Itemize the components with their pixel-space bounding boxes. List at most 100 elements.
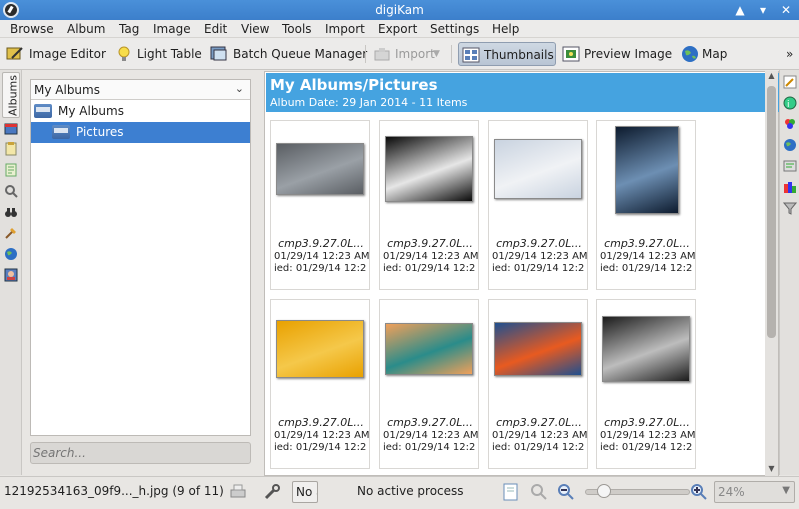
thumbnail-filename: cmp3.9.27.0L...	[604, 416, 690, 429]
thumbnail-filename: cmp3.9.27.0L...	[604, 237, 690, 250]
filters-icon[interactable]	[783, 201, 797, 215]
thumbnail-item[interactable]: cmp3.9.27.0L... 01/29/14 12:23 AM ied: 0…	[596, 299, 696, 469]
thumbnail-image	[276, 320, 364, 378]
close-icon[interactable]: ✕	[778, 2, 794, 18]
image-editor-button[interactable]: Image Editor	[6, 42, 106, 66]
thumbnail-item[interactable]: cmp3.9.27.0L... 01/29/14 12:23 AM ied: 0…	[270, 299, 370, 469]
light-bulb-icon	[118, 46, 130, 61]
menu-image[interactable]: Image	[153, 22, 191, 36]
left-sidebar-tabs: Albums	[0, 70, 22, 475]
thumbnail-date: 01/29/14 12:23 AM	[274, 251, 370, 262]
versions-icon[interactable]	[783, 180, 797, 194]
geolocation-globe-icon[interactable]	[783, 138, 797, 152]
minimize-icon[interactable]: ▾	[755, 2, 771, 18]
title-bar: digiKam ▲ ▾ ✕	[0, 0, 799, 20]
thumbnail-item[interactable]: cmp3.9.27.0L... 01/29/14 12:23 AM ied: 0…	[379, 120, 479, 290]
toolbar-overflow-label: »	[786, 47, 794, 61]
current-file-status: 12192534163_09f9..._h.jpg (9 of 11)	[4, 484, 224, 498]
scrollbar-handle[interactable]	[767, 86, 776, 338]
zoom-in-icon[interactable]	[689, 482, 709, 502]
map-search-globe-icon[interactable]	[4, 247, 18, 261]
menu-bar: Browse Album Tag Image Edit View Tools I…	[0, 20, 799, 38]
menu-export[interactable]: Export	[378, 22, 417, 36]
zoom-out-icon[interactable]	[556, 482, 576, 502]
properties-pencil-icon[interactable]	[783, 75, 797, 89]
thumbnail-item[interactable]: cmp3.9.27.0L... 01/29/14 12:23 AM ied: 0…	[488, 299, 588, 469]
menu-tag[interactable]: Tag	[119, 22, 139, 36]
thumbnail-image	[276, 143, 364, 195]
album-folder-icon	[52, 125, 70, 139]
map-label: Map	[702, 47, 728, 61]
thumbnail-image	[615, 126, 679, 214]
tree-item-pictures[interactable]: Pictures	[31, 122, 250, 143]
toolbar-overflow-button[interactable]: »	[786, 42, 798, 66]
thumbnail-date: 01/29/14 12:23 AM	[383, 251, 479, 262]
colors-icon[interactable]	[783, 117, 797, 131]
metadata-icon[interactable]: i	[783, 96, 797, 110]
import-button[interactable]: Import ▼	[373, 42, 445, 66]
tags-icon[interactable]	[4, 163, 18, 177]
zoom-slider-handle[interactable]	[597, 484, 611, 498]
light-table-button[interactable]: Light Table	[115, 42, 202, 66]
chevron-down-icon[interactable]: ⌄	[235, 82, 244, 95]
thumbnail-item[interactable]: cmp3.9.27.0L... 01/29/14 12:23 AM ied: 0…	[270, 120, 370, 290]
filter-status-box[interactable]: No a	[292, 481, 318, 503]
thumbnail-filename: cmp3.9.27.0L...	[496, 237, 582, 250]
tree-item-my-albums[interactable]: My Albums	[31, 101, 250, 122]
batch-queue-manager-button[interactable]: Batch Queue Manager	[210, 42, 367, 66]
fuzzy-search-icon[interactable]	[4, 226, 18, 240]
tools-wrench-icon[interactable]	[262, 482, 282, 502]
process-status: No active process	[357, 484, 464, 498]
import-dropdown-icon[interactable]: ▼	[433, 49, 440, 59]
menu-album[interactable]: Album	[67, 22, 105, 36]
timeline-icon[interactable]	[4, 142, 18, 156]
album-root-combo[interactable]: My Albums ⌄	[31, 80, 250, 100]
date-albums-icon[interactable]	[4, 122, 18, 136]
thumbnail-date: 01/29/14 12:23 AM	[492, 251, 588, 262]
menu-view[interactable]: View	[241, 22, 269, 36]
zoom-to-100-icon[interactable]	[529, 482, 549, 502]
image-editor-icon	[6, 47, 23, 60]
menu-edit[interactable]: Edit	[204, 22, 227, 36]
album-search-input[interactable]	[33, 445, 247, 461]
albums-tab-label: Albums	[6, 75, 20, 116]
scroll-down-arrow[interactable]: ▼	[765, 464, 778, 476]
thumbnails-button[interactable]: Thumbnails	[458, 42, 556, 66]
keep-above-icon[interactable]: ▲	[732, 2, 748, 18]
thumbnail-date: 01/29/14 12:23 AM	[383, 430, 479, 441]
thumbnail-scrollbar[interactable]: ▲ ▼	[765, 71, 778, 476]
map-button[interactable]: Map	[681, 42, 731, 66]
status-bar: 12192534163_09f9..._h.jpg (9 of 11) No a…	[0, 476, 799, 509]
thumbnail-image	[385, 136, 473, 202]
menu-browse[interactable]: Browse	[10, 22, 54, 36]
zoom-slider[interactable]	[585, 484, 690, 498]
toolbar-separator	[451, 45, 452, 63]
printer-icon[interactable]	[228, 482, 248, 502]
preview-image-button[interactable]: Preview Image	[562, 42, 672, 66]
zoom-level-select[interactable]: 24% ▼	[714, 481, 795, 503]
thumbnail-modified: ied: 01/29/14 12:2	[274, 263, 367, 274]
thumbnail-item[interactable]: cmp3.9.27.0L... 01/29/14 12:23 AM ied: 0…	[596, 120, 696, 290]
tree-item-label: Pictures	[76, 125, 124, 139]
chevron-down-icon[interactable]: ▼	[782, 485, 790, 496]
fit-to-window-icon[interactable]	[501, 482, 521, 502]
batch-queue-icon	[210, 46, 227, 61]
albums-tab[interactable]: Albums	[2, 72, 20, 118]
menu-help[interactable]: Help	[492, 22, 519, 36]
menu-tools[interactable]: Tools	[282, 22, 312, 36]
import-label: Import	[395, 47, 435, 61]
captions-tags-icon[interactable]	[783, 159, 797, 173]
search-icon[interactable]	[4, 184, 18, 198]
menu-settings[interactable]: Settings	[430, 22, 479, 36]
thumbnail-modified: ied: 01/29/14 12:2	[383, 263, 476, 274]
thumbnail-image	[494, 139, 582, 199]
scroll-up-arrow[interactable]: ▲	[765, 71, 778, 83]
thumbnail-item[interactable]: cmp3.9.27.0L... 01/29/14 12:23 AM ied: 0…	[379, 299, 479, 469]
thumbnail-modified: ied: 01/29/14 12:2	[383, 442, 476, 453]
album-tree-panel: My Albums ⌄ My Albums Pictures	[30, 79, 251, 436]
people-icon[interactable]	[4, 268, 18, 282]
menu-import[interactable]: Import	[325, 22, 365, 36]
thumbnail-modified: ied: 01/29/14 12:2	[492, 442, 585, 453]
thumbnail-item[interactable]: cmp3.9.27.0L... 01/29/14 12:23 AM ied: 0…	[488, 120, 588, 290]
binoculars-icon[interactable]	[4, 205, 18, 219]
